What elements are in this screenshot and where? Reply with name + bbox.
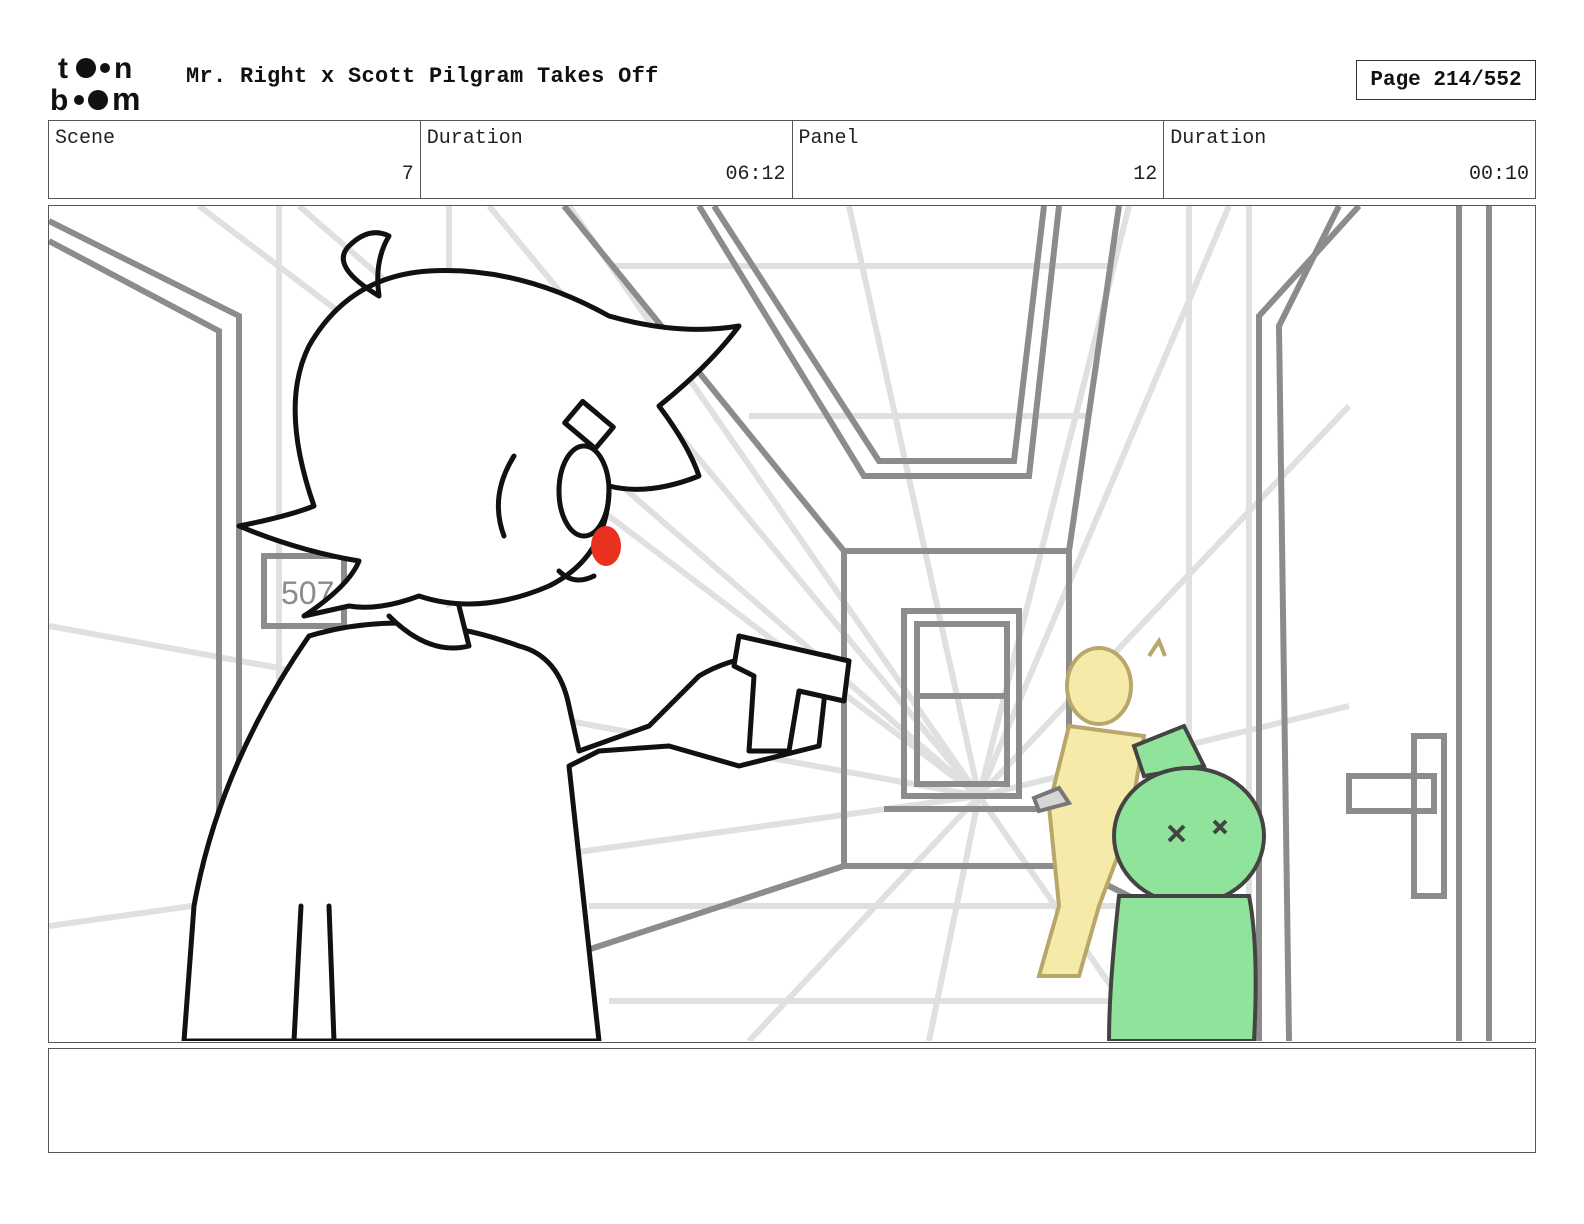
panel-duration-cell: Duration 00:10 [1164,121,1535,198]
red-cheek-mark [591,526,621,566]
scene-cell: Scene 7 [49,121,421,198]
main-character [181,230,852,1041]
svg-text:m: m [112,81,140,114]
panel-info-row: Scene 7 Duration 06:12 Panel 12 Duration… [48,120,1536,199]
hallway-scene-drawing: 507 [49,206,1492,1041]
scene-label: Scene [55,127,116,150]
page-indicator: Page 214/552 [1356,60,1536,100]
scene-value: 7 [401,163,414,186]
panel-label: Panel [798,127,859,150]
storyboard-title: Mr. Right x Scott Pilgram Takes Off [186,64,659,89]
panel-duration-value: 00:10 [1468,163,1529,186]
panel-duration-label: Duration [1170,127,1267,150]
scene-duration-value: 06:12 [725,163,786,186]
scene-duration-label: Duration [426,127,523,150]
storyboard-panel-image: 507 [48,205,1536,1043]
panel-cell: Panel 12 [793,121,1165,198]
svg-text:b: b [50,84,68,114]
panel-notes-box [48,1048,1536,1153]
panel-value: 12 [1133,163,1158,186]
scene-duration-cell: Duration 06:12 [421,121,793,198]
toon-boom-logo: t n b m [50,50,165,117]
svg-text:t: t [58,52,68,85]
